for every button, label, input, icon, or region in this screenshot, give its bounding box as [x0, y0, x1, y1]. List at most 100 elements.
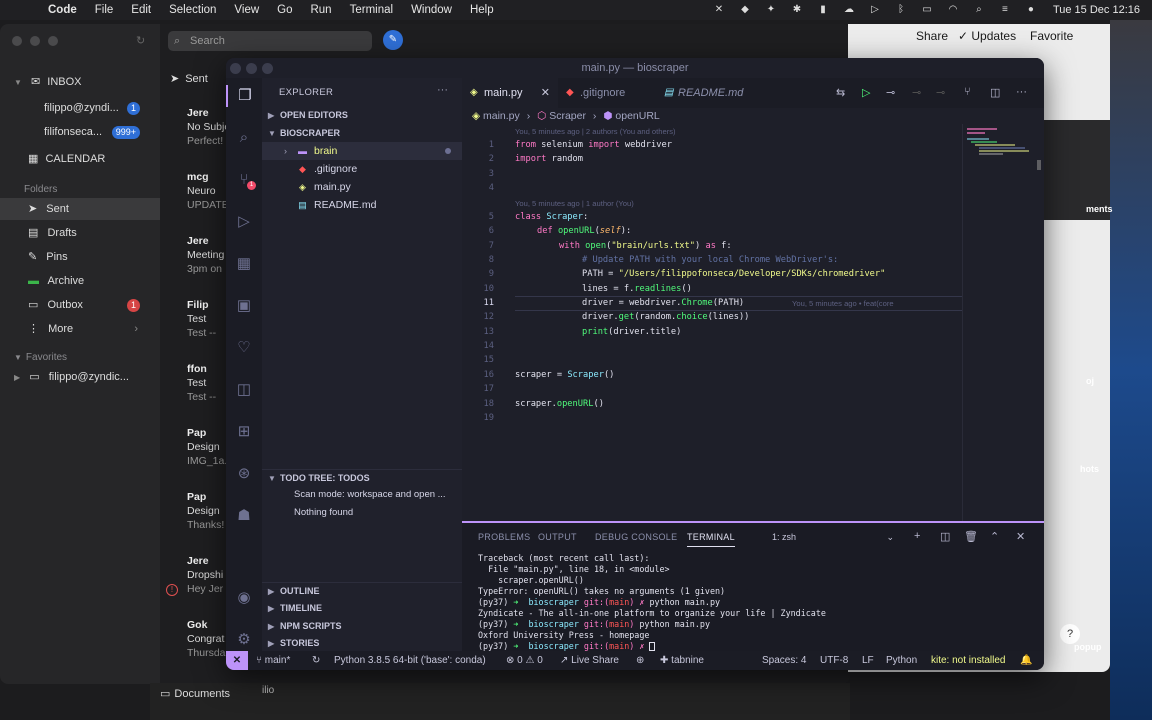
stories-section[interactable]: ▶ STORIES	[262, 635, 462, 652]
wifi-icon[interactable]: ◠	[947, 4, 959, 16]
branch-status[interactable]: ⑂ main*	[256, 651, 290, 670]
more-icon[interactable]: ···	[1016, 86, 1027, 98]
tree-item-brain[interactable]: › ▬ brain	[262, 142, 462, 160]
menu-go[interactable]: Go	[277, 4, 292, 16]
globe-icon[interactable]: ⊕	[636, 651, 644, 670]
git-graph-icon[interactable]: ⊛	[226, 463, 262, 485]
heart-icon[interactable]: ♡	[226, 337, 262, 359]
live-share-icon[interactable]: ◫	[226, 379, 262, 401]
compose-button[interactable]: ✎	[383, 30, 403, 50]
git-compare-icon[interactable]: ⊸	[886, 86, 895, 99]
indentation-status[interactable]: Spaces: 4	[762, 651, 806, 670]
menu-help[interactable]: Help	[470, 4, 494, 16]
favorite-button[interactable]: Favorite	[1030, 29, 1073, 43]
eol-status[interactable]: LF	[862, 651, 874, 670]
split-editor-icon[interactable]: ◫	[990, 86, 1000, 99]
help-button[interactable]: ?	[1060, 624, 1080, 644]
folder-sent[interactable]: ➤ Sent	[0, 198, 160, 220]
account-item[interactable]: filippo@zyndi... 1	[0, 97, 160, 119]
minimap[interactable]	[962, 124, 1044, 521]
menu-selection[interactable]: Selection	[169, 4, 216, 16]
gear-icon[interactable]: ✱	[791, 4, 803, 16]
tab-problems[interactable]: PROBLEMS	[478, 527, 530, 547]
search-icon[interactable]: ⌕	[973, 4, 985, 16]
share-button[interactable]: Share	[916, 29, 948, 43]
extensions-icon[interactable]: ▦	[226, 253, 262, 275]
account-icon[interactable]: ◉	[226, 587, 262, 609]
control-center-icon[interactable]: ≡	[999, 4, 1011, 16]
close-panel-icon[interactable]: ✕	[1016, 530, 1025, 543]
gear-icon[interactable]: ⚙	[226, 629, 262, 651]
folder-outbox[interactable]: ▭ Outbox 1	[0, 294, 160, 316]
menu-run[interactable]: Run	[310, 4, 331, 16]
run-debug-icon[interactable]: ▷	[226, 211, 262, 233]
split-terminal-icon[interactable]: ◫	[940, 530, 950, 543]
app-status-icon[interactable]: ◆	[739, 4, 751, 16]
account-item[interactable]: filifonseca... 999+	[0, 121, 160, 143]
next-change-icon[interactable]: ⊸	[936, 86, 945, 99]
tree-item-readme[interactable]: ▤ README.md	[262, 196, 462, 214]
tab-debug-console[interactable]: DEBUG CONSOLE	[595, 527, 677, 547]
bluetooth-icon[interactable]: ᛒ	[895, 4, 907, 16]
sync-icon[interactable]: ↻	[312, 651, 320, 670]
tab-readme[interactable]: ▤ README.md	[656, 78, 756, 108]
npm-section[interactable]: ▶ NPM SCRIPTS	[262, 618, 462, 635]
close-dot[interactable]	[230, 63, 241, 74]
encoding-status[interactable]: UTF-8	[820, 651, 848, 670]
folder-more[interactable]: ⋮ More ›	[0, 318, 160, 340]
project-section[interactable]: ▼ BIOSCRAPER	[262, 125, 462, 142]
calendar-item[interactable]: ▦ CALENDAR	[0, 148, 160, 170]
favorite-account[interactable]: ▶ ▭ filippo@zyndic...	[0, 366, 160, 388]
remote-icon[interactable]: ▣	[226, 295, 262, 317]
python-interpreter[interactable]: Python 3.8.5 64-bit ('base': conda)	[334, 651, 486, 670]
tab-gitignore[interactable]: ◆ .gitignore	[558, 78, 656, 108]
close-dot[interactable]	[12, 36, 22, 46]
add-terminal-icon[interactable]: +	[914, 530, 920, 542]
folder-archive[interactable]: ▬ Archive	[0, 270, 160, 292]
minimap-scroll-indicator[interactable]	[1037, 160, 1041, 170]
tab-terminal[interactable]: TERMINAL	[687, 527, 735, 547]
mute-icon[interactable]: ✕	[713, 4, 725, 16]
menu-window[interactable]: Window	[411, 4, 452, 16]
minimize-dot[interactable]	[246, 63, 257, 74]
outline-section[interactable]: ▶ OUTLINE	[262, 582, 462, 599]
prev-change-icon[interactable]: ⊸	[912, 86, 921, 99]
menu-terminal[interactable]: Terminal	[350, 4, 393, 16]
open-editors-section[interactable]: ▶ OPEN EDITORS	[262, 107, 462, 124]
codelens-blame[interactable]: You, 5 minutes ago | 1 author (You)	[515, 199, 634, 208]
remote-button[interactable]: ✕	[226, 651, 248, 670]
explorer-icon[interactable]: ❐	[226, 85, 262, 107]
menu-view[interactable]: View	[234, 4, 259, 16]
codelens-blame[interactable]: You, 5 minutes ago | 2 authors (You and …	[515, 127, 676, 136]
zoom-dot[interactable]	[48, 36, 58, 46]
more-icon[interactable]: ···	[437, 84, 448, 96]
clock[interactable]: Tue 15 Dec 12:16	[1053, 4, 1140, 16]
problems-status[interactable]: ⊗ 0 ⚠ 0	[506, 651, 543, 670]
app-status-icon-2[interactable]: ✦	[765, 4, 777, 16]
open-changes-icon[interactable]: ⇆	[836, 86, 845, 99]
play-icon[interactable]: ▷	[869, 4, 881, 16]
menu-app[interactable]: Code	[48, 4, 77, 16]
tree-item-gitignore[interactable]: ◆ .gitignore	[262, 160, 462, 178]
bookmark-icon[interactable]: ▮	[817, 4, 829, 16]
tab-main-py[interactable]: ◈ main.py ✕	[462, 78, 558, 108]
terminal-prompt[interactable]: (py37) ➜ bioscraper git:(main) ✗	[478, 641, 656, 651]
source-control-icon[interactable]: ⑂ 1	[226, 169, 262, 191]
timeline-section[interactable]: ▶ TIMELINE	[262, 600, 462, 617]
cloud-icon[interactable]: ☁	[843, 4, 855, 16]
todo-scan-mode[interactable]: Scan mode: workspace and open ...	[262, 486, 462, 504]
siri-icon[interactable]: ●	[1025, 4, 1037, 16]
inbox-header[interactable]: ▼ ✉ INBOX	[0, 71, 160, 93]
folder-pins[interactable]: ✎ Pins	[0, 246, 160, 268]
trash-icon[interactable]: 🗑	[964, 530, 978, 543]
documents-folder[interactable]: ▭ Documents	[160, 687, 230, 700]
source-control-icon[interactable]: ⑂	[964, 86, 971, 98]
todo-section[interactable]: ▼ TODO TREE: TODOS	[262, 469, 462, 486]
bell-icon[interactable]: 🔔	[1020, 651, 1032, 670]
live-share-status[interactable]: ↗ Live Share	[560, 651, 619, 670]
minimize-dot[interactable]	[30, 36, 40, 46]
maximize-panel-icon[interactable]: ⌃	[990, 530, 999, 543]
test-icon[interactable]: ⊞	[226, 421, 262, 443]
breadcrumb-method[interactable]: openURL	[615, 110, 659, 122]
battery-icon[interactable]: ▭	[921, 4, 933, 16]
